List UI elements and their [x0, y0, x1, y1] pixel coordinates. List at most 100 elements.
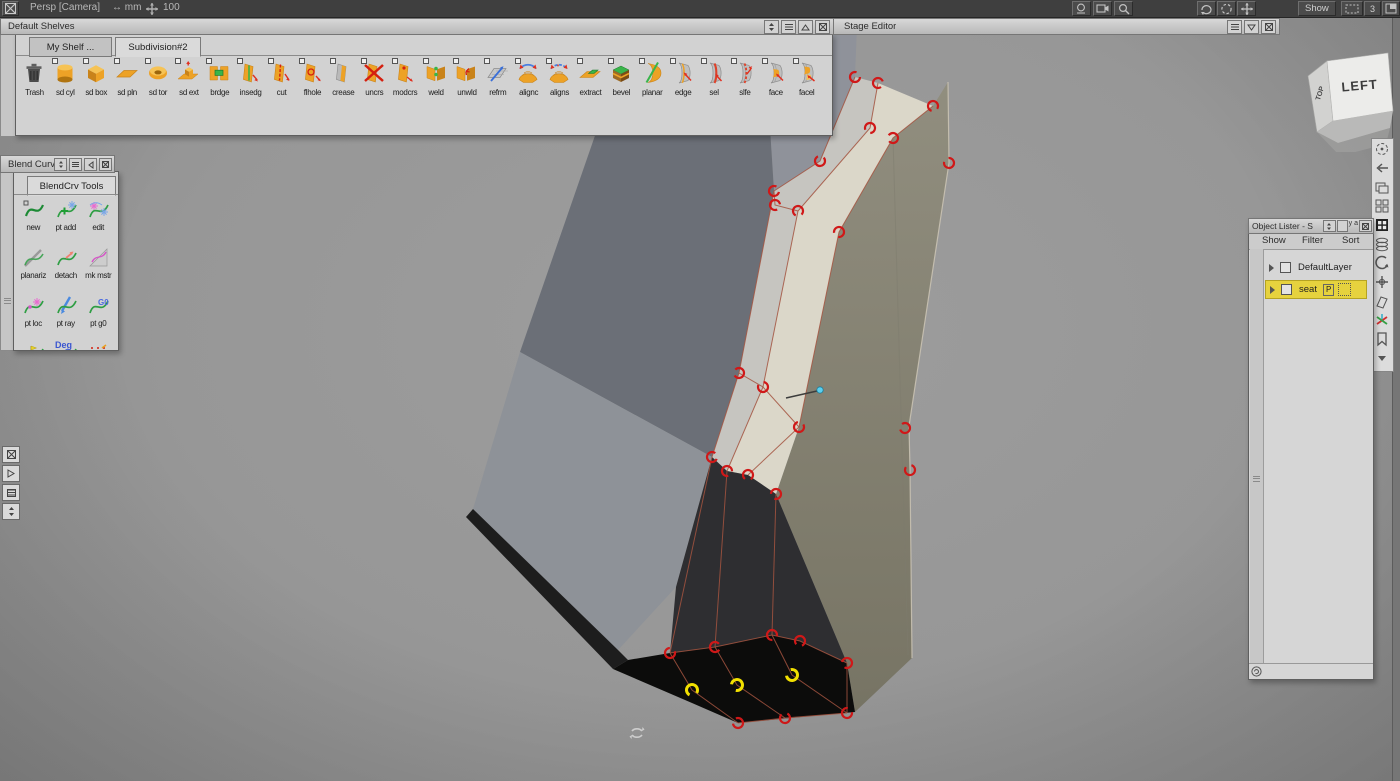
- close-icon[interactable]: [2, 1, 19, 16]
- expand-arrow-icon[interactable]: [1270, 286, 1275, 294]
- shelf-tool-alignc[interactable]: alignc: [513, 58, 544, 106]
- tab-subdivision[interactable]: Subdivision#2: [115, 37, 201, 57]
- shelf-tool-cut[interactable]: cut: [266, 58, 297, 106]
- expand-arrow-icon[interactable]: [1372, 348, 1391, 367]
- lister-scrollbar[interactable]: [1250, 249, 1264, 663]
- spinner-icon[interactable]: [54, 158, 67, 171]
- shelf-tool-planar[interactable]: planar: [637, 58, 668, 106]
- shelf-tool-facel[interactable]: facel: [791, 58, 822, 106]
- shelves-dock-strip[interactable]: [0, 33, 16, 137]
- shelf-tool-weld[interactable]: weld: [421, 58, 452, 106]
- collapse-left-icon[interactable]: [84, 158, 97, 171]
- stage-editor-window-header[interactable]: Stage Editor: [833, 18, 1280, 35]
- shelf-tool-trash[interactable]: Trash: [19, 58, 50, 106]
- object-lister-header[interactable]: Object Lister - S y a: [1248, 218, 1374, 234]
- shelf-tool-modcrs[interactable]: modcrs: [390, 58, 421, 106]
- render-camera-icon[interactable]: [1093, 1, 1112, 16]
- spinner-icon[interactable]: [2, 503, 20, 520]
- blend-tool-p3[interactable]: [82, 341, 115, 351]
- drag-grip[interactable]: [4, 296, 11, 305]
- dolly-icon[interactable]: [1237, 1, 1256, 16]
- refresh-icon[interactable]: [1251, 666, 1262, 677]
- blend-tool-new[interactable]: new: [17, 197, 50, 245]
- shelves-window-header[interactable]: Default Shelves: [0, 18, 834, 35]
- quad-black-icon[interactable]: [1372, 215, 1391, 234]
- shelf-tool-uncrs[interactable]: uncrs: [359, 58, 390, 106]
- zoom-magnifier-icon[interactable]: [1114, 1, 1133, 16]
- camera-icon[interactable]: [1072, 1, 1091, 16]
- shelf-tool-unwld[interactable]: unwld: [451, 58, 482, 106]
- shelf-tool-sd-box[interactable]: sd box: [81, 58, 112, 106]
- shelf-tool-edge[interactable]: edge: [668, 58, 699, 106]
- pivot-move-icon[interactable]: [1372, 272, 1391, 291]
- list-icon[interactable]: [781, 20, 796, 34]
- collapse-down-icon[interactable]: [1244, 20, 1259, 34]
- menu-filter[interactable]: Filter: [1302, 235, 1323, 246]
- expand-arrow-icon[interactable]: [1269, 264, 1274, 272]
- surface-page-icon[interactable]: [1372, 291, 1391, 310]
- close-icon[interactable]: [1359, 220, 1372, 232]
- shelf-tool-brdge[interactable]: brdge: [204, 58, 235, 106]
- lister-row-seat[interactable]: seat P: [1265, 280, 1367, 299]
- blend-tool-pt-g0[interactable]: G0pt g0: [82, 293, 115, 341]
- list-icon[interactable]: [1227, 20, 1242, 34]
- shelf-tool-sd-tor[interactable]: sd tor: [143, 58, 174, 106]
- marquee-icon[interactable]: [1341, 1, 1363, 16]
- shelf-tool-refrm[interactable]: refrm: [482, 58, 513, 106]
- back-arrow-icon[interactable]: [1372, 158, 1391, 177]
- track-icon[interactable]: [1217, 1, 1236, 16]
- close-icon[interactable]: [1261, 20, 1276, 34]
- shelf-tool-bevel[interactable]: bevel: [606, 58, 637, 106]
- grid-quad-icon[interactable]: [1372, 196, 1391, 215]
- shelf-tool-insedg[interactable]: insedg: [235, 58, 266, 106]
- shelf-tool-sd-pln[interactable]: sd pln: [112, 58, 143, 106]
- layer-label[interactable]: seat: [1299, 284, 1317, 295]
- shelf-tool-sd-ext[interactable]: sd ext: [173, 58, 204, 106]
- tumble-icon[interactable]: [1197, 1, 1216, 16]
- collapse-up-icon[interactable]: [798, 20, 813, 34]
- blend-curve-window-header[interactable]: Blend Curve: [0, 155, 115, 173]
- lister-row-defaultlayer[interactable]: DefaultLayer: [1265, 259, 1369, 276]
- layer-checkbox[interactable]: [1280, 262, 1291, 273]
- close-icon[interactable]: [99, 158, 112, 171]
- pick-state-badge[interactable]: P: [1323, 284, 1334, 296]
- play-icon[interactable]: [2, 465, 20, 482]
- blend-tool-pt-add[interactable]: pt add: [50, 197, 83, 245]
- blend-tool-mk-mstr[interactable]: mk mstr: [82, 245, 115, 293]
- bookmark-icon[interactable]: [1372, 329, 1391, 348]
- undo-curve-icon[interactable]: [1372, 253, 1391, 272]
- layer-checkbox[interactable]: [1281, 284, 1292, 295]
- blend-tool-detach[interactable]: detach: [50, 245, 83, 293]
- blend-tool-edit[interactable]: edit: [82, 197, 115, 245]
- shelf-tool-sel[interactable]: sel: [699, 58, 730, 106]
- list-icon[interactable]: [69, 158, 82, 171]
- panel-count-button[interactable]: 3: [1364, 1, 1381, 16]
- scrollbar-grip[interactable]: [1253, 474, 1260, 483]
- layers-icon[interactable]: [1372, 177, 1391, 196]
- select-circle-icon[interactable]: [1372, 139, 1391, 158]
- shelf-tool-extract[interactable]: extract: [575, 58, 606, 106]
- tab-my-shelf[interactable]: My Shelf ...: [29, 37, 112, 57]
- shelf-tool-aligns[interactable]: aligns: [544, 58, 575, 106]
- color-axes-icon[interactable]: [1372, 310, 1391, 329]
- layout-icon[interactable]: [1382, 1, 1400, 16]
- menu-show[interactable]: Show: [1262, 235, 1286, 246]
- shelf-tool-flhole[interactable]: flhole: [297, 58, 328, 106]
- blend-tool-p1[interactable]: [17, 341, 50, 351]
- close-icon[interactable]: [2, 446, 20, 463]
- menu-sort[interactable]: Sort: [1342, 235, 1359, 246]
- close-icon[interactable]: [815, 20, 830, 34]
- shelf-tool-face[interactable]: face: [760, 58, 791, 106]
- blend-tool-pt-ray[interactable]: pt ray: [50, 293, 83, 341]
- layer-label[interactable]: DefaultLayer: [1298, 262, 1352, 273]
- spinner-icon[interactable]: [1323, 220, 1336, 232]
- spinner-icon[interactable]: [764, 20, 779, 34]
- torus-stack-icon[interactable]: [1372, 234, 1391, 253]
- blendcrv-tools-tab[interactable]: BlendCrv Tools: [27, 176, 116, 196]
- shelf-tool-sd-cyl[interactable]: sd cyl: [50, 58, 81, 106]
- shelf-tool-slfe[interactable]: slfe: [729, 58, 760, 106]
- blend-tool-planariz[interactable]: planariz: [17, 245, 50, 293]
- minimize-icon[interactable]: [1337, 220, 1348, 232]
- show-button[interactable]: Show: [1298, 1, 1336, 16]
- shelf-tool-crease[interactable]: crease: [328, 58, 359, 106]
